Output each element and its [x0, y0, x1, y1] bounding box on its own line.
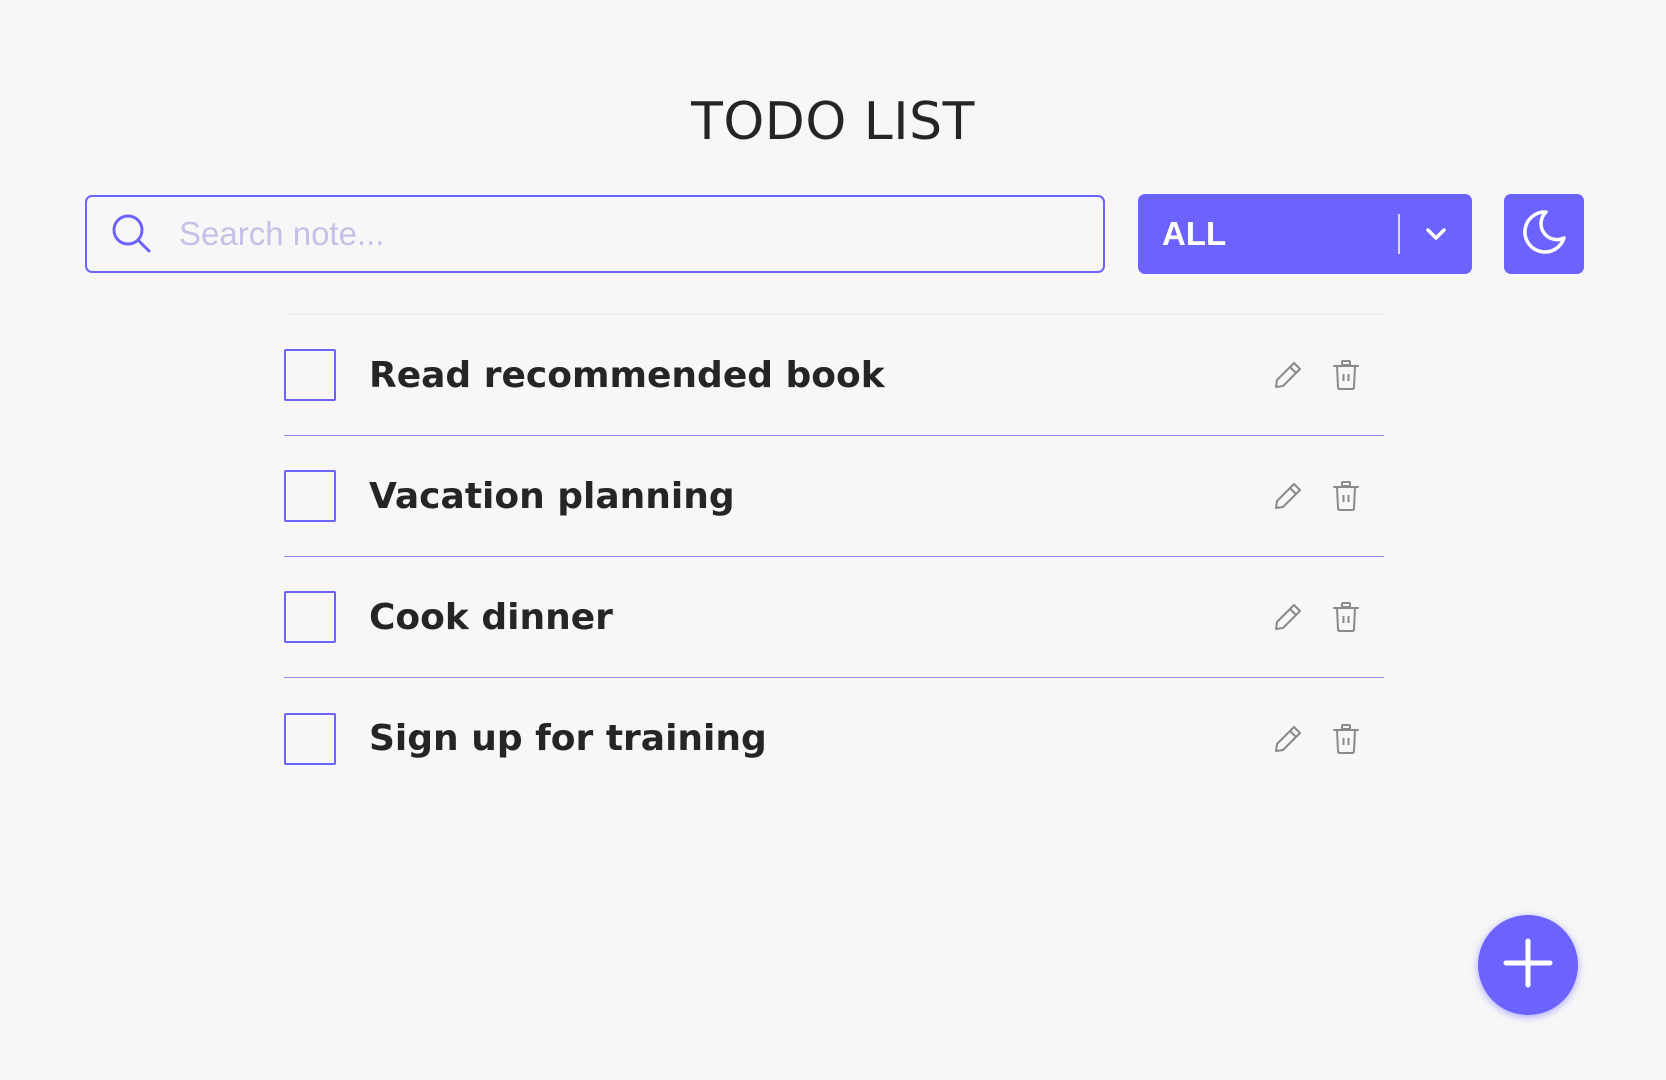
trash-icon[interactable] [1328, 721, 1364, 757]
todo-list: Read recommended book Vacation planning … [284, 314, 1384, 799]
pencil-icon[interactable] [1270, 478, 1306, 514]
todo-checkbox[interactable] [284, 349, 336, 401]
search-box [85, 195, 1105, 273]
pencil-icon[interactable] [1270, 599, 1306, 635]
todo-checkbox[interactable] [284, 591, 336, 643]
trash-icon[interactable] [1328, 599, 1364, 635]
plus-icon [1501, 936, 1555, 994]
todo-actions [1270, 357, 1364, 393]
filter-selected-label: ALL [1162, 215, 1227, 252]
todo-label: Read recommended book [369, 354, 885, 396]
todo-label: Cook dinner [369, 596, 613, 638]
todo-item: Read recommended book [284, 315, 1384, 436]
pencil-icon[interactable] [1270, 721, 1306, 757]
search-icon [109, 211, 155, 257]
todo-actions [1270, 478, 1364, 514]
theme-toggle-button[interactable] [1504, 194, 1584, 274]
todo-checkbox[interactable] [284, 470, 336, 522]
todo-actions [1270, 599, 1364, 635]
trash-icon[interactable] [1328, 478, 1364, 514]
todo-item: Sign up for training [284, 678, 1384, 799]
todo-checkbox[interactable] [284, 712, 336, 765]
todo-item: Vacation planning [284, 436, 1384, 557]
search-input[interactable] [177, 203, 1061, 265]
moon-icon [1519, 207, 1569, 261]
trash-icon[interactable] [1328, 357, 1364, 393]
chevron-down-icon [1400, 194, 1472, 274]
page-title: TODO LIST [691, 92, 975, 152]
todo-actions [1270, 721, 1364, 757]
todo-label: Vacation planning [369, 475, 735, 517]
todo-label: Sign up for training [369, 718, 767, 759]
filter-select[interactable]: ALL [1138, 194, 1472, 274]
add-note-button[interactable] [1478, 915, 1578, 1015]
todo-item: Cook dinner [284, 557, 1384, 678]
pencil-icon[interactable] [1270, 357, 1306, 393]
